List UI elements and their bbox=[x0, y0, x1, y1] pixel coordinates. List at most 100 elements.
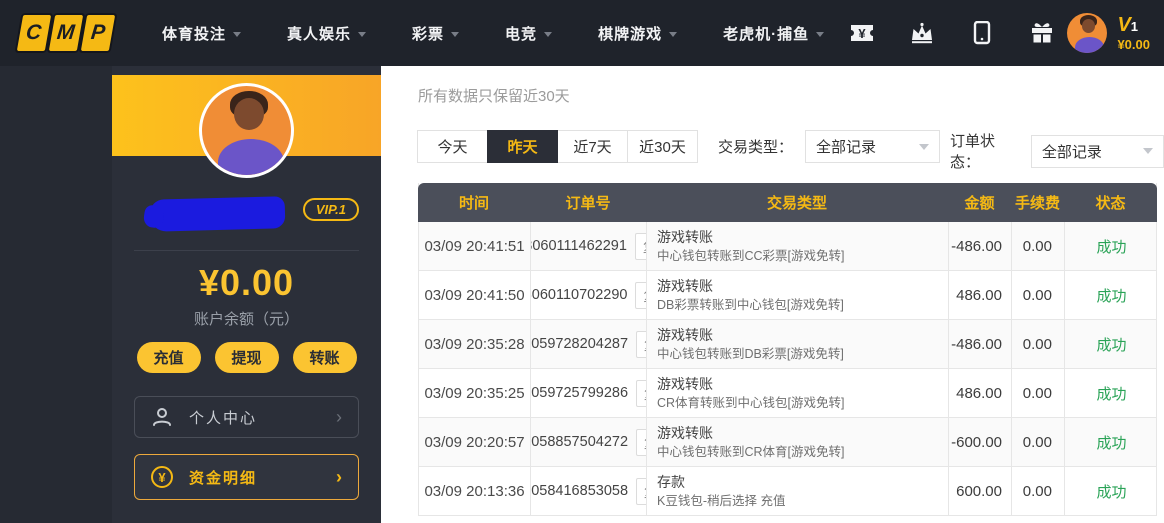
order-number: 1773058416853058 bbox=[531, 483, 628, 499]
crown-icon[interactable] bbox=[909, 20, 935, 46]
date-range-tabs: 今天 昨天 近7天 近30天 bbox=[418, 130, 698, 163]
transaction-type: 游戏转账 bbox=[657, 277, 713, 295]
cell-fee: 0.00 bbox=[1012, 271, 1065, 319]
date-range-tab[interactable]: 近30天 bbox=[627, 130, 698, 163]
cell-time: 03/09 20:35:28 bbox=[419, 320, 531, 368]
person-icon bbox=[151, 406, 173, 428]
cell-type: 游戏转账 DB彩票转账到中心钱包[游戏免转] bbox=[647, 271, 949, 319]
cell-time: 03/09 20:35:25 bbox=[419, 369, 531, 417]
avatar-head bbox=[1082, 19, 1096, 33]
cell-order: 1773060111462291 复制 bbox=[531, 222, 647, 270]
wallet-action-button[interactable]: 充值 bbox=[137, 342, 201, 373]
table-row: 03/09 20:41:50 1773060110702290 复制 游戏转账 … bbox=[419, 271, 1156, 320]
copy-button[interactable]: 复制 bbox=[636, 380, 647, 407]
level-letter: V bbox=[1117, 14, 1130, 36]
table-row: 03/09 20:41:51 1773060111462291 复制 游戏转账 … bbox=[419, 222, 1156, 271]
filter-label: 订单状态： bbox=[950, 130, 1019, 172]
cell-time: 03/09 20:41:50 bbox=[419, 271, 531, 319]
user-level: V1 bbox=[1117, 14, 1150, 36]
order-number: 1773059728204287 bbox=[531, 336, 628, 352]
user-avatar[interactable] bbox=[1067, 13, 1107, 53]
chevron-down-icon bbox=[669, 32, 677, 37]
cell-status: 成功 bbox=[1065, 271, 1158, 319]
column-header-order: 订单号 bbox=[530, 192, 646, 213]
transaction-description: 中心钱包转账到CR体育[游戏免转] bbox=[657, 444, 845, 460]
cell-fee: 0.00 bbox=[1012, 369, 1065, 417]
nav-menu-item[interactable]: 彩票 bbox=[412, 23, 459, 44]
nav-menu-label: 棋牌游戏 bbox=[598, 23, 662, 44]
date-range-tab[interactable]: 近7天 bbox=[557, 130, 628, 163]
cell-status: 成功 bbox=[1065, 369, 1158, 417]
wallet-action-button[interactable]: 转账 bbox=[293, 342, 357, 373]
copy-button[interactable]: 复制 bbox=[636, 478, 647, 505]
wallet-action-button[interactable]: 提现 bbox=[215, 342, 279, 373]
cell-status: 成功 bbox=[1065, 222, 1158, 270]
mobile-icon[interactable] bbox=[969, 20, 995, 46]
retention-notice: 所有数据只保留近30天 bbox=[418, 85, 570, 106]
nav-menu-item[interactable]: 电竞 bbox=[505, 23, 552, 44]
table-body: 03/09 20:41:51 1773060111462291 复制 游戏转账 … bbox=[419, 222, 1156, 516]
avatar-torso bbox=[1075, 37, 1105, 53]
order-number: 1773060110702290 bbox=[531, 287, 627, 303]
column-header-type: 交易类型 bbox=[646, 192, 948, 213]
date-range-tab[interactable]: 今天 bbox=[417, 130, 488, 163]
cell-status: 成功 bbox=[1065, 320, 1158, 368]
transaction-type-select[interactable]: 全部记录 bbox=[805, 130, 940, 163]
copy-button[interactable]: 复制 bbox=[636, 331, 647, 358]
main-panel: 所有数据只保留近30天 今天 昨天 近7天 近30天 交易类型： 全部记录 订单… bbox=[381, 66, 1164, 523]
transaction-description: 中心钱包转账到DB彩票[游戏免转] bbox=[657, 346, 844, 362]
cmp-logo[interactable]: C M P bbox=[20, 15, 112, 51]
nav-menu-label: 真人娱乐 bbox=[287, 23, 351, 44]
avatar-head bbox=[234, 98, 264, 130]
chevron-down-icon bbox=[1143, 148, 1153, 154]
order-number: 1773058857504272 bbox=[531, 434, 628, 450]
vip-badge: VIP.1 bbox=[303, 198, 359, 221]
cell-order: 1773058416853058 复制 bbox=[531, 467, 647, 515]
order-status-select[interactable]: 全部记录 bbox=[1031, 135, 1164, 168]
column-header-status: 状态 bbox=[1064, 192, 1157, 213]
transaction-description: DB彩票转账到中心钱包[游戏免转] bbox=[657, 297, 844, 313]
nav-menu-item[interactable]: 真人娱乐 bbox=[287, 23, 366, 44]
copy-button[interactable]: 复制 bbox=[636, 429, 647, 456]
transaction-type: 游戏转账 bbox=[657, 375, 713, 393]
username-row: VIP.1 bbox=[112, 194, 381, 234]
sidebar-item-label: 个人中心 bbox=[189, 407, 257, 428]
date-range-tab[interactable]: 昨天 bbox=[487, 130, 558, 163]
sidebar-item-personal-center[interactable]: 个人中心 › bbox=[134, 396, 359, 438]
cell-order: 1773060110702290 复制 bbox=[531, 271, 647, 319]
column-header-amount: 金额 bbox=[948, 192, 1011, 213]
cell-status: 成功 bbox=[1065, 418, 1158, 466]
table-row: 03/09 20:35:25 1773059725799286 复制 游戏转账 … bbox=[419, 369, 1156, 418]
yen-glyph: ¥ bbox=[158, 470, 165, 485]
cell-amount: 486.00 bbox=[949, 369, 1012, 417]
avatar-torso bbox=[218, 139, 284, 178]
chevron-down-icon bbox=[358, 32, 366, 37]
chevron-down-icon bbox=[451, 32, 459, 37]
yen-ticket-icon[interactable]: ¥ bbox=[849, 20, 875, 46]
nav-menu-item[interactable]: 体育投注 bbox=[162, 23, 241, 44]
cell-type: 游戏转账 中心钱包转账到DB彩票[游戏免转] bbox=[647, 320, 949, 368]
divider bbox=[134, 250, 359, 251]
logo-letter: P bbox=[90, 21, 107, 45]
navbar-right-icons: ¥ bbox=[849, 20, 1055, 46]
cell-type: 游戏转账 中心钱包转账到CR体育[游戏免转] bbox=[647, 418, 949, 466]
redacted-username bbox=[150, 196, 286, 232]
select-value: 全部记录 bbox=[816, 136, 876, 157]
logo-tile: C bbox=[17, 15, 51, 51]
cell-status: 成功 bbox=[1065, 467, 1158, 515]
cell-type: 存款 K豆钱包-稍后选择 充值 bbox=[647, 467, 949, 515]
nav-menu-item[interactable]: 棋牌游戏 bbox=[598, 23, 677, 44]
cell-amount: 600.00 bbox=[949, 467, 1012, 515]
profile-avatar[interactable] bbox=[199, 83, 294, 178]
cell-fee: 0.00 bbox=[1012, 467, 1065, 515]
order-number: 1773060111462291 bbox=[531, 238, 627, 254]
copy-button[interactable]: 复制 bbox=[635, 282, 647, 309]
profile-sidebar: VIP.1 ¥0.00 账户余额（元） 充值 提现 转账 个人中心 › ¥ 资金… bbox=[112, 66, 381, 523]
gift-icon[interactable] bbox=[1029, 20, 1055, 46]
navbar-balance: ¥0.00 bbox=[1117, 38, 1150, 52]
copy-button[interactable]: 复制 bbox=[635, 233, 647, 260]
chevron-down-icon bbox=[919, 144, 929, 150]
sidebar-item-fund-details[interactable]: ¥ 资金明细 › bbox=[134, 454, 359, 500]
cell-type: 游戏转账 CR体育转账到中心钱包[游戏免转] bbox=[647, 369, 949, 417]
nav-menu-item[interactable]: 老虎机·捕鱼 bbox=[723, 23, 824, 44]
